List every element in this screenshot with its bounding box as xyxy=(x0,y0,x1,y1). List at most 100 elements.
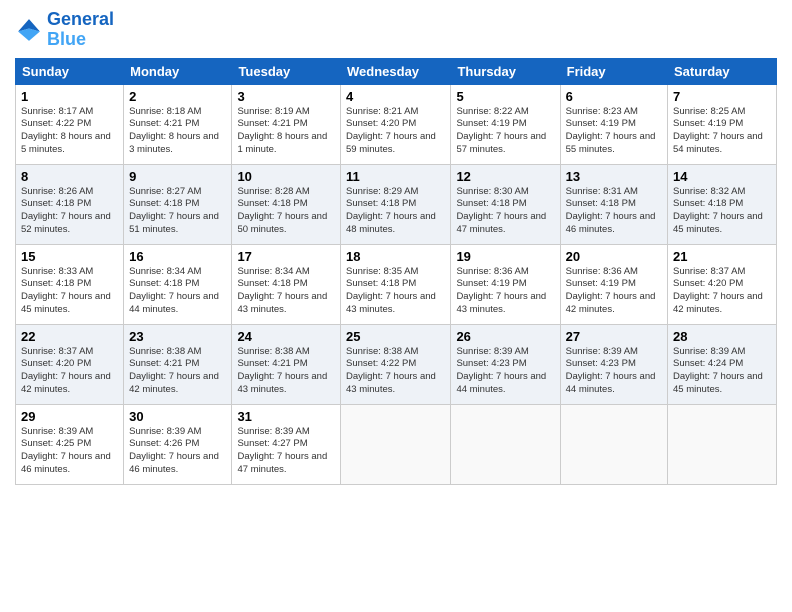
day-cell xyxy=(341,404,451,484)
weekday-header-row: SundayMondayTuesdayWednesdayThursdayFrid… xyxy=(16,58,777,84)
day-info: Sunrise: 8:18 AMSunset: 4:21 PMDaylight:… xyxy=(129,106,226,157)
day-cell: 10 Sunrise: 8:28 AMSunset: 4:18 PMDayligh… xyxy=(232,164,341,244)
day-info: Sunrise: 8:25 AMSunset: 4:19 PMDaylight:… xyxy=(673,106,771,157)
day-cell: 21 Sunrise: 8:37 AMSunset: 4:20 PMDayligh… xyxy=(668,244,777,324)
day-cell: 12 Sunrise: 8:30 AMSunset: 4:18 PMDayligh… xyxy=(451,164,560,244)
week-row-5: 29 Sunrise: 8:39 AMSunset: 4:25 PMDayligh… xyxy=(16,404,777,484)
day-info: Sunrise: 8:26 AMSunset: 4:18 PMDaylight:… xyxy=(21,186,118,237)
day-cell: 11Sunrise: 8:29 AMSunset: 4:18 PMDayligh… xyxy=(341,164,451,244)
weekday-header-monday: Monday xyxy=(124,58,232,84)
day-cell: 13Sunrise: 8:31 AMSunset: 4:18 PMDayligh… xyxy=(560,164,667,244)
day-number: 27 xyxy=(566,329,662,344)
day-info: Sunrise: 8:39 AMSunset: 4:25 PMDaylight:… xyxy=(21,426,118,477)
day-info: Sunrise: 8:38 AMSunset: 4:22 PMDaylight:… xyxy=(346,346,445,397)
day-cell: 18Sunrise: 8:35 AMSunset: 4:18 PMDayligh… xyxy=(341,244,451,324)
weekday-header-tuesday: Tuesday xyxy=(232,58,341,84)
day-number: 6 xyxy=(566,89,662,104)
day-number: 28 xyxy=(673,329,771,344)
day-number: 9 xyxy=(129,169,226,184)
day-number: 26 xyxy=(456,329,554,344)
calendar-table: SundayMondayTuesdayWednesdayThursdayFrid… xyxy=(15,58,777,485)
day-number: 3 xyxy=(237,89,335,104)
day-info: Sunrise: 8:36 AMSunset: 4:19 PMDaylight:… xyxy=(456,266,554,317)
day-info: Sunrise: 8:36 AMSunset: 4:19 PMDaylight:… xyxy=(566,266,662,317)
day-number: 10 xyxy=(237,169,335,184)
day-cell: 29 Sunrise: 8:39 AMSunset: 4:25 PMDayligh… xyxy=(16,404,124,484)
weekday-header-sunday: Sunday xyxy=(16,58,124,84)
week-row-1: 1Sunrise: 8:17 AMSunset: 4:22 PMDaylight… xyxy=(16,84,777,164)
day-number: 2 xyxy=(129,89,226,104)
day-cell: 19 Sunrise: 8:36 AMSunset: 4:19 PMDayligh… xyxy=(451,244,560,324)
logo-blue: Blue xyxy=(47,29,86,49)
day-cell: 6 Sunrise: 8:23 AMSunset: 4:19 PMDaylight… xyxy=(560,84,667,164)
week-row-4: 22 Sunrise: 8:37 AMSunset: 4:20 PMDayligh… xyxy=(16,324,777,404)
day-number: 17 xyxy=(237,249,335,264)
day-info: Sunrise: 8:39 AMSunset: 4:24 PMDaylight:… xyxy=(673,346,771,397)
day-number: 8 xyxy=(21,169,118,184)
day-number: 19 xyxy=(456,249,554,264)
day-cell: 14 Sunrise: 8:32 AMSunset: 4:18 PMDayligh… xyxy=(668,164,777,244)
day-info: Sunrise: 8:17 AMSunset: 4:22 PMDaylight:… xyxy=(21,106,118,157)
day-info: Sunrise: 8:30 AMSunset: 4:18 PMDaylight:… xyxy=(456,186,554,237)
day-info: Sunrise: 8:37 AMSunset: 4:20 PMDaylight:… xyxy=(673,266,771,317)
day-number: 16 xyxy=(129,249,226,264)
day-cell: 28 Sunrise: 8:39 AMSunset: 4:24 PMDayligh… xyxy=(668,324,777,404)
day-cell: 2 Sunrise: 8:18 AMSunset: 4:21 PMDaylight… xyxy=(124,84,232,164)
day-cell: 1Sunrise: 8:17 AMSunset: 4:22 PMDaylight… xyxy=(16,84,124,164)
header: General Blue xyxy=(15,10,777,50)
day-cell: 20 Sunrise: 8:36 AMSunset: 4:19 PMDayligh… xyxy=(560,244,667,324)
weekday-header-saturday: Saturday xyxy=(668,58,777,84)
day-cell: 9 Sunrise: 8:27 AMSunset: 4:18 PMDaylight… xyxy=(124,164,232,244)
day-info: Sunrise: 8:34 AMSunset: 4:18 PMDaylight:… xyxy=(129,266,226,317)
day-number: 21 xyxy=(673,249,771,264)
day-cell: 25 Sunrise: 8:38 AMSunset: 4:22 PMDayligh… xyxy=(341,324,451,404)
week-row-2: 8 Sunrise: 8:26 AMSunset: 4:18 PMDaylight… xyxy=(16,164,777,244)
day-cell: 26 Sunrise: 8:39 AMSunset: 4:23 PMDayligh… xyxy=(451,324,560,404)
day-info: Sunrise: 8:28 AMSunset: 4:18 PMDaylight:… xyxy=(237,186,335,237)
logo-icon xyxy=(15,16,43,44)
day-info: Sunrise: 8:22 AMSunset: 4:19 PMDaylight:… xyxy=(456,106,554,157)
day-cell: 31 Sunrise: 8:39 AMSunset: 4:27 PMDayligh… xyxy=(232,404,341,484)
day-number: 31 xyxy=(237,409,335,424)
weekday-header-friday: Friday xyxy=(560,58,667,84)
day-number: 25 xyxy=(346,329,445,344)
day-number: 15 xyxy=(21,249,118,264)
day-info: Sunrise: 8:33 AMSunset: 4:18 PMDaylight:… xyxy=(21,266,118,317)
day-number: 22 xyxy=(21,329,118,344)
day-cell: 5 Sunrise: 8:22 AMSunset: 4:19 PMDaylight… xyxy=(451,84,560,164)
day-cell: 24Sunrise: 8:38 AMSunset: 4:21 PMDayligh… xyxy=(232,324,341,404)
day-number: 24 xyxy=(237,329,335,344)
day-number: 20 xyxy=(566,249,662,264)
day-cell: 7 Sunrise: 8:25 AMSunset: 4:19 PMDaylight… xyxy=(668,84,777,164)
day-number: 18 xyxy=(346,249,445,264)
day-number: 12 xyxy=(456,169,554,184)
day-cell: 30Sunrise: 8:39 AMSunset: 4:26 PMDayligh… xyxy=(124,404,232,484)
day-number: 4 xyxy=(346,89,445,104)
day-info: Sunrise: 8:23 AMSunset: 4:19 PMDaylight:… xyxy=(566,106,662,157)
day-cell: 8 Sunrise: 8:26 AMSunset: 4:18 PMDaylight… xyxy=(16,164,124,244)
week-row-3: 15 Sunrise: 8:33 AMSunset: 4:18 PMDayligh… xyxy=(16,244,777,324)
logo: General Blue xyxy=(15,10,114,50)
day-cell: 4Sunrise: 8:21 AMSunset: 4:20 PMDaylight… xyxy=(341,84,451,164)
day-number: 14 xyxy=(673,169,771,184)
weekday-header-wednesday: Wednesday xyxy=(341,58,451,84)
day-info: Sunrise: 8:27 AMSunset: 4:18 PMDaylight:… xyxy=(129,186,226,237)
day-cell: 17 Sunrise: 8:34 AMSunset: 4:18 PMDayligh… xyxy=(232,244,341,324)
day-number: 5 xyxy=(456,89,554,104)
day-cell: 3 Sunrise: 8:19 AMSunset: 4:21 PMDaylight… xyxy=(232,84,341,164)
day-info: Sunrise: 8:34 AMSunset: 4:18 PMDaylight:… xyxy=(237,266,335,317)
logo-general: General xyxy=(47,9,114,29)
day-number: 29 xyxy=(21,409,118,424)
day-number: 7 xyxy=(673,89,771,104)
day-number: 13 xyxy=(566,169,662,184)
day-info: Sunrise: 8:32 AMSunset: 4:18 PMDaylight:… xyxy=(673,186,771,237)
day-cell xyxy=(668,404,777,484)
day-info: Sunrise: 8:39 AMSunset: 4:23 PMDaylight:… xyxy=(566,346,662,397)
day-info: Sunrise: 8:39 AMSunset: 4:27 PMDaylight:… xyxy=(237,426,335,477)
day-info: Sunrise: 8:39 AMSunset: 4:23 PMDaylight:… xyxy=(456,346,554,397)
weekday-header-thursday: Thursday xyxy=(451,58,560,84)
day-info: Sunrise: 8:29 AMSunset: 4:18 PMDaylight:… xyxy=(346,186,445,237)
day-info: Sunrise: 8:37 AMSunset: 4:20 PMDaylight:… xyxy=(21,346,118,397)
day-cell: 22 Sunrise: 8:37 AMSunset: 4:20 PMDayligh… xyxy=(16,324,124,404)
day-info: Sunrise: 8:19 AMSunset: 4:21 PMDaylight:… xyxy=(237,106,335,157)
